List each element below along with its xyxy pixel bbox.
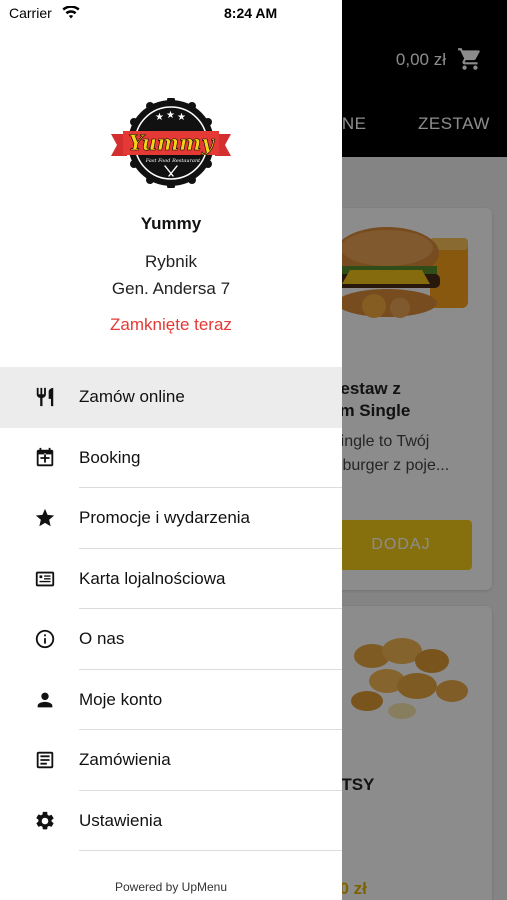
- star-icon: [34, 507, 56, 529]
- svg-text:★: ★: [177, 112, 186, 123]
- svg-text:★: ★: [155, 112, 164, 123]
- menu-item-label: Moje konto: [79, 689, 163, 709]
- loyalty-card-icon: [34, 568, 56, 590]
- restaurant-address: Gen. Andersa 7: [111, 279, 231, 298]
- menu-item-orders[interactable]: Zamówienia: [0, 730, 342, 791]
- menu-item-booking[interactable]: Booking: [0, 428, 342, 488]
- gear-icon: [34, 810, 56, 832]
- menu-item-loyalty-card[interactable]: Karta lojalnościowa: [0, 549, 342, 609]
- menu-item-label: Promocje i wydarzenia: [79, 508, 251, 528]
- drawer-menu: Zamów online Booking Promocje i wydarzen…: [0, 367, 342, 851]
- svg-text:★: ★: [166, 110, 175, 121]
- utensils-icon: [34, 386, 56, 408]
- menu-item-label: O nas: [79, 629, 125, 649]
- carrier-label: Carrier: [9, 5, 52, 21]
- navigation-drawer: ★ ★ ★ Yummy Fast Food Restaurant Yummy Ryb…: [0, 0, 342, 900]
- svg-text:Fast Food Restaurant: Fast Food Restaurant: [145, 158, 201, 164]
- calendar-plus-icon: [34, 447, 56, 469]
- menu-item-promotions[interactable]: Promocje i wydarzenia: [0, 488, 342, 549]
- menu-item-settings[interactable]: Ustawienia: [0, 791, 342, 851]
- wifi-icon: [62, 6, 80, 19]
- restaurant-city: Rybnik: [145, 252, 197, 271]
- menu-item-my-account[interactable]: Moje konto: [0, 670, 342, 730]
- divider: [79, 850, 342, 851]
- svg-text:Yummy: Yummy: [128, 130, 215, 155]
- menu-item-label: Booking: [79, 447, 141, 467]
- clock: 8:24 AM: [224, 5, 278, 21]
- menu-item-label: Karta lojalnościowa: [79, 568, 226, 588]
- menu-item-label: Ustawienia: [79, 810, 163, 830]
- menu-item-order-online[interactable]: Zamów online: [0, 367, 342, 428]
- menu-item-label: Zamówienia: [79, 750, 171, 770]
- info-icon: [34, 628, 56, 650]
- person-icon: [34, 689, 56, 711]
- menu-item-about[interactable]: O nas: [0, 609, 342, 670]
- restaurant-name: Yummy: [140, 214, 202, 233]
- powered-by[interactable]: Powered by UpMenu: [0, 880, 342, 894]
- restaurant-logo: ★ ★ ★ Yummy Fast Food Restaurant: [111, 98, 231, 188]
- status-bar: Carrier 8:24 AM: [0, 0, 342, 30]
- opening-status: Zamknięte teraz: [110, 315, 232, 334]
- menu-item-label: Zamów online: [79, 387, 185, 407]
- orders-list-icon: [34, 749, 56, 771]
